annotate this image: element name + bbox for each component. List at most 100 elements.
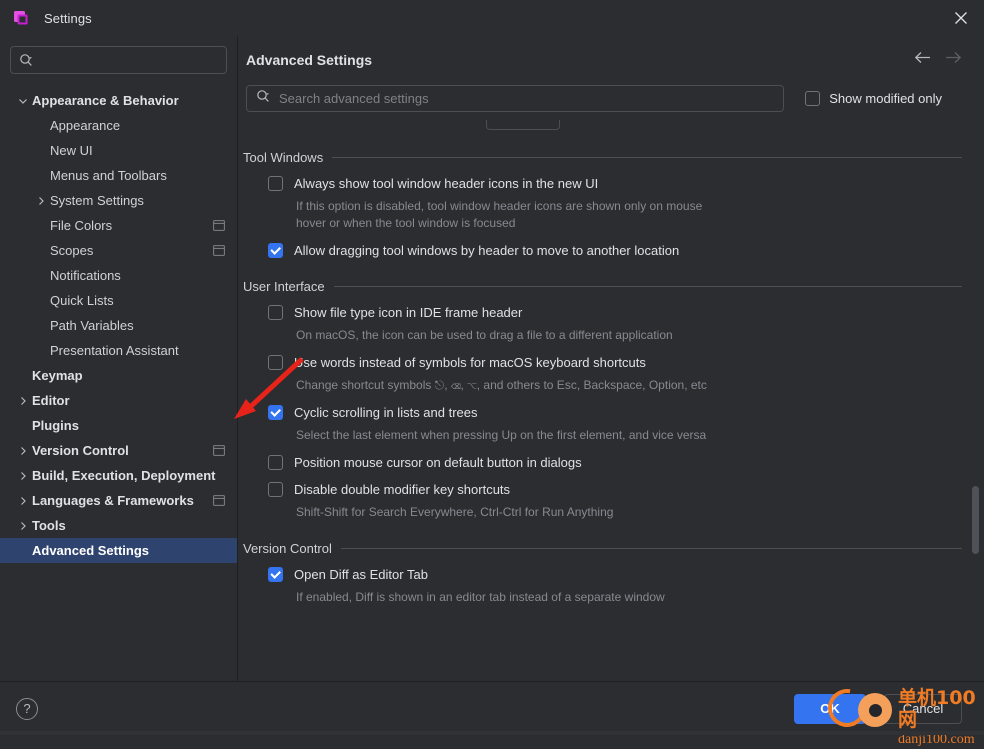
chevron-right-icon[interactable]: [14, 521, 32, 531]
settings-group: User Interface Show file type icon in IDE…: [238, 279, 962, 521]
settings-category-tree[interactable]: Appearance & Behavior Appearance New UI Men…: [0, 86, 237, 681]
sidebar-item-file-colors[interactable]: File Colors: [0, 213, 237, 238]
settings-dialog-body: Appearance & Behavior Appearance New UI Men…: [0, 36, 984, 681]
setting-option: Show file type icon in IDE frame header O…: [238, 305, 962, 344]
setting-description: On macOS, the icon can be used to drag a…: [296, 328, 673, 342]
checkbox-box[interactable]: [268, 455, 283, 470]
ide-settings-icon: [12, 9, 30, 27]
setting-description: Select the last element when pressing Up…: [296, 428, 707, 442]
group-divider: [340, 548, 962, 549]
sidebar-search-input[interactable]: [10, 46, 227, 74]
dialog-footer: ? OK Cancel: [0, 681, 984, 735]
settings-scroll-area[interactable]: Tool Windows Always show tool window head…: [238, 116, 984, 681]
navigation-arrows: [914, 51, 962, 64]
show-modified-only-label: Show modified only: [829, 91, 942, 106]
ok-button[interactable]: OK: [794, 693, 866, 724]
setting-checkbox-row[interactable]: Disable double modifier key shortcuts: [268, 482, 962, 498]
sidebar-item-scopes[interactable]: Scopes: [0, 238, 237, 263]
chevron-right-icon[interactable]: [14, 396, 32, 406]
help-button[interactable]: ?: [16, 697, 38, 720]
setting-checkbox-row[interactable]: Always show tool window header icons in …: [268, 176, 962, 192]
sidebar-item-label: Presentation Assistant: [50, 343, 179, 358]
setting-checkbox-row[interactable]: Allow dragging tool windows by header to…: [268, 243, 962, 259]
sidebar-item-system-settings[interactable]: System Settings: [0, 188, 237, 213]
sidebar-item-languages-frameworks[interactable]: Languages & Frameworks: [0, 488, 237, 513]
sidebar-item-path-variables[interactable]: Path Variables: [0, 313, 237, 338]
sidebar-item-label: Plugins: [32, 418, 79, 433]
chevron-right-icon[interactable]: [14, 446, 32, 456]
sidebar-item-label: Tools: [32, 518, 66, 533]
advanced-settings-search[interactable]: [246, 85, 785, 112]
sidebar-item-new-ui[interactable]: New UI: [0, 138, 237, 163]
sidebar-item-plugins[interactable]: Plugins: [0, 413, 237, 438]
setting-checkbox-row[interactable]: Open Diff as Editor Tab: [268, 567, 962, 583]
chevron-down-icon[interactable]: [14, 96, 32, 106]
sidebar-item-label: Path Variables: [50, 318, 134, 333]
setting-option: Allow dragging tool windows by header to…: [238, 243, 962, 259]
arrow-left-icon[interactable]: [914, 51, 931, 64]
show-modified-only-checkbox[interactable]: Show modified only: [805, 91, 942, 106]
setting-checkbox-row[interactable]: Cyclic scrolling in lists and trees: [268, 405, 962, 421]
group-title: User Interface: [238, 279, 962, 294]
setting-option: Disable double modifier key shortcuts Shi…: [238, 482, 962, 521]
clipped-field-above: [486, 120, 560, 130]
checkbox-box[interactable]: [268, 405, 283, 420]
sidebar-item-menus-and-toolbars[interactable]: Menus and Toolbars: [0, 163, 237, 188]
sidebar-item-label: Menus and Toolbars: [50, 168, 167, 183]
chevron-right-icon[interactable]: [32, 196, 50, 206]
checkbox-box[interactable]: [805, 91, 821, 106]
sidebar-item-tools[interactable]: Tools: [0, 513, 237, 538]
checkbox-box[interactable]: [268, 176, 283, 191]
setting-description: If enabled, Diff is shown in an editor t…: [296, 590, 665, 604]
setting-option: Cyclic scrolling in lists and trees Selec…: [238, 405, 962, 444]
sidebar-item-label: Keymap: [32, 368, 83, 383]
setting-checkbox-row[interactable]: Use words instead of symbols for macOS k…: [268, 355, 962, 371]
vertical-scrollbar[interactable]: [972, 486, 979, 554]
setting-description: Change shortcut symbols ⎋, ⌫, ⌥, and oth…: [296, 378, 707, 392]
group-title: Version Control: [238, 541, 962, 556]
sidebar-item-label: Version Control: [32, 443, 129, 458]
setting-checkbox-row[interactable]: Position mouse cursor on default button …: [268, 455, 962, 471]
sidebar-item-label: New UI: [50, 143, 93, 158]
sidebar-item-build-execution-deployment[interactable]: Build, Execution, Deployment: [0, 463, 237, 488]
checkbox-box[interactable]: [268, 482, 283, 497]
checkbox-box[interactable]: [268, 305, 283, 320]
sidebar-item-appearance-behavior[interactable]: Appearance & Behavior: [0, 88, 237, 113]
setting-label: Cyclic scrolling in lists and trees: [294, 405, 478, 420]
sidebar-item-advanced-settings[interactable]: Advanced Settings: [0, 538, 237, 563]
setting-checkbox-row[interactable]: Show file type icon in IDE frame header: [268, 305, 962, 321]
chevron-right-icon[interactable]: [14, 496, 32, 506]
sidebar-item-editor[interactable]: Editor: [0, 388, 237, 413]
checkbox-box[interactable]: [268, 567, 283, 582]
sidebar-item-notifications[interactable]: Notifications: [0, 263, 237, 288]
sidebar-item-label: Editor: [32, 393, 70, 408]
sidebar-item-presentation-assistant[interactable]: Presentation Assistant: [0, 338, 237, 363]
sidebar-item-label: Quick Lists: [50, 293, 114, 308]
settings-content-pane: Advanced Settings Search advanced settin…: [238, 36, 984, 681]
sidebar-item-label: System Settings: [50, 193, 144, 208]
sidebar-item-version-control[interactable]: Version Control: [0, 438, 237, 463]
search-input[interactable]: [277, 90, 775, 107]
cancel-button[interactable]: Cancel: [884, 693, 962, 724]
project-scope-icon: [213, 220, 225, 231]
setting-label: Allow dragging tool windows by header to…: [294, 243, 680, 258]
sidebar-item-quick-lists[interactable]: Quick Lists: [0, 288, 237, 313]
sidebar-item-label: Appearance: [50, 118, 121, 133]
checkbox-box[interactable]: [268, 355, 283, 370]
close-icon[interactable]: [938, 0, 984, 36]
sidebar-item-label: Advanced Settings: [32, 543, 150, 558]
sidebar-item-keymap[interactable]: Keymap: [0, 363, 237, 388]
search-icon: [256, 89, 270, 108]
checkbox-box[interactable]: [268, 243, 283, 258]
sidebar-item-appearance[interactable]: Appearance: [0, 113, 237, 138]
group-title-label: Version Control: [243, 541, 332, 556]
project-scope-icon: [213, 245, 225, 256]
page-title: Advanced Settings: [246, 52, 373, 68]
setting-description: If this option is disabled, tool window …: [296, 199, 703, 230]
setting-option: Open Diff as Editor Tab If enabled, Diff …: [238, 567, 962, 606]
setting-option: Use words instead of symbols for macOS k…: [238, 355, 962, 394]
setting-label: Open Diff as Editor Tab: [294, 567, 428, 582]
chevron-right-icon[interactable]: [14, 471, 32, 481]
group-title-label: User Interface: [243, 279, 325, 294]
group-divider: [333, 286, 962, 287]
